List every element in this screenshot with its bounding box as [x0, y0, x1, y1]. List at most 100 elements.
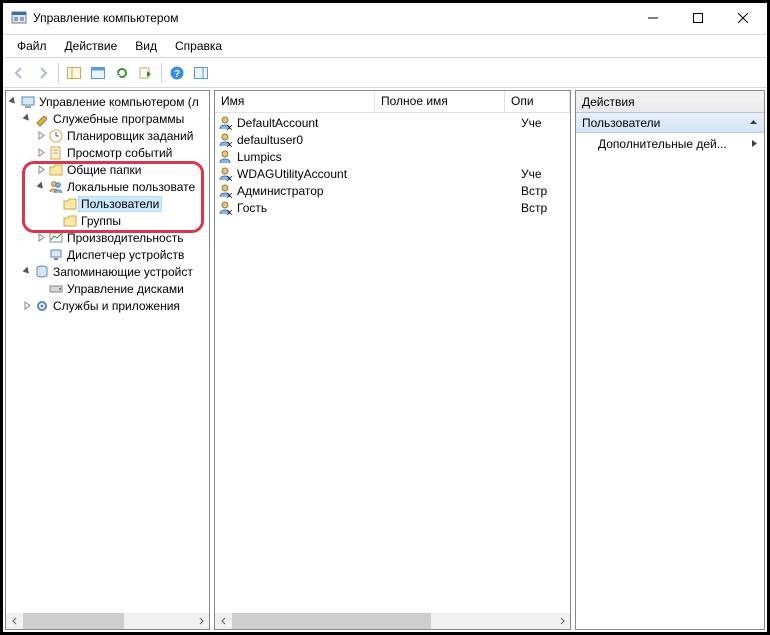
- list-item[interactable]: defaultuser0: [215, 131, 570, 148]
- cell-desc: Уче: [521, 116, 570, 130]
- device-icon: [48, 247, 64, 263]
- scroll-track[interactable]: [232, 613, 553, 629]
- tree-storage[interactable]: Запоминающие устройст: [6, 263, 209, 280]
- column-name[interactable]: Имя: [215, 91, 375, 113]
- menu-file[interactable]: Файл: [9, 37, 55, 55]
- tree-groups[interactable]: Группы: [6, 212, 209, 229]
- action-more[interactable]: Дополнительные дей...: [576, 133, 764, 155]
- tree-scheduler[interactable]: Планировщик заданий: [6, 127, 209, 144]
- expander-open-icon[interactable]: [6, 95, 20, 109]
- expander-open-icon[interactable]: [20, 112, 34, 126]
- expander-closed-icon[interactable]: [34, 146, 48, 160]
- collapse-icon[interactable]: [749, 116, 758, 130]
- toolbar-separator: [161, 63, 162, 83]
- menu-view[interactable]: Вид: [127, 37, 165, 55]
- show-hide-tree-button[interactable]: [62, 61, 86, 85]
- expander-open-icon[interactable]: [20, 265, 34, 279]
- submenu-icon: [751, 137, 758, 151]
- tree-disk-management[interactable]: Управление дисками: [6, 280, 209, 297]
- export-button[interactable]: [134, 61, 158, 85]
- actions-section-label: Пользователи: [582, 116, 660, 130]
- back-button[interactable]: [7, 61, 31, 85]
- tree-scrollbar[interactable]: [6, 612, 209, 629]
- services-icon: [34, 298, 50, 314]
- tree-shared-folders[interactable]: Общие папки: [6, 161, 209, 178]
- tree-label: Общие папки: [67, 163, 141, 177]
- shared-folder-icon: [48, 162, 64, 178]
- expander-closed-icon[interactable]: [34, 163, 48, 177]
- action-label: Дополнительные дей...: [598, 137, 727, 151]
- actions-header: Действия: [576, 91, 764, 113]
- scroll-left-icon[interactable]: [215, 613, 232, 629]
- expander-open-icon[interactable]: [34, 180, 48, 194]
- refresh-button[interactable]: [110, 61, 134, 85]
- tree: Управление компьютером (л Служебные прог…: [6, 91, 209, 612]
- separator: [3, 57, 767, 58]
- folder-icon: [62, 196, 78, 212]
- list-header: Имя Полное имя Опи: [215, 91, 570, 113]
- toolbar: ?: [3, 59, 767, 87]
- forward-button[interactable]: [31, 61, 55, 85]
- tree-label: Управление компьютером (л: [39, 95, 199, 109]
- tree-label: Локальные пользовате: [67, 180, 195, 194]
- scroll-thumb[interactable]: [232, 613, 431, 629]
- cell-name: DefaultAccount: [237, 116, 391, 130]
- user-disabled-icon: [217, 132, 233, 148]
- tools-icon: [34, 111, 50, 127]
- panes: Управление компьютером (л Служебные прог…: [3, 87, 767, 632]
- tree-root[interactable]: Управление компьютером (л: [6, 93, 209, 110]
- window-title: Управление компьютером: [33, 11, 630, 25]
- scroll-left-icon[interactable]: [6, 613, 23, 629]
- expander-closed-icon[interactable]: [20, 299, 34, 313]
- tree-label: Производительность: [67, 231, 183, 245]
- tree-users[interactable]: Пользователи: [6, 195, 209, 212]
- menu-action[interactable]: Действие: [57, 37, 126, 55]
- svg-text:?: ?: [174, 69, 180, 80]
- actions-section[interactable]: Пользователи: [576, 113, 764, 133]
- tree-label: Управление дисками: [67, 282, 184, 296]
- column-fullname[interactable]: Полное имя: [375, 91, 505, 113]
- clock-icon: [48, 128, 64, 144]
- menu-bar: Файл Действие Вид Справка: [3, 36, 767, 56]
- list-item[interactable]: WDAGUtilityAccount Уче: [215, 165, 570, 182]
- performance-icon: [48, 230, 64, 246]
- cell-desc: Встр: [521, 184, 570, 198]
- scroll-right-icon[interactable]: [553, 613, 570, 629]
- close-button[interactable]: [720, 3, 765, 33]
- maximize-button[interactable]: [675, 3, 720, 33]
- users-group-icon: [48, 179, 64, 195]
- scroll-right-icon[interactable]: [192, 613, 209, 629]
- list-item[interactable]: Гость Встр: [215, 199, 570, 216]
- column-description[interactable]: Опи: [505, 91, 570, 113]
- properties-button[interactable]: [86, 61, 110, 85]
- tree-label: Просмотр событий: [67, 146, 172, 160]
- tree-services-apps[interactable]: Службы и приложения: [6, 297, 209, 314]
- scroll-track[interactable]: [23, 613, 192, 629]
- eventlog-icon: [48, 145, 64, 161]
- tree-label: Служебные программы: [53, 112, 184, 126]
- tree-device-manager[interactable]: Диспетчер устройств: [6, 246, 209, 263]
- help-button[interactable]: ?: [165, 61, 189, 85]
- tree-local-users[interactable]: Локальные пользовате: [6, 178, 209, 195]
- cell-name: WDAGUtilityAccount: [237, 167, 391, 181]
- menu-help[interactable]: Справка: [167, 37, 230, 55]
- tree-label: Службы и приложения: [53, 299, 180, 313]
- expander-closed-icon[interactable]: [34, 129, 48, 143]
- disk-icon: [48, 281, 64, 297]
- list-item[interactable]: Lumpics: [215, 148, 570, 165]
- list-item[interactable]: DefaultAccount Уче: [215, 114, 570, 131]
- tree-eventviewer[interactable]: Просмотр событий: [6, 144, 209, 161]
- scroll-thumb[interactable]: [23, 613, 124, 629]
- folder-icon: [62, 213, 78, 229]
- list-item[interactable]: Администратор Встр: [215, 182, 570, 199]
- minimize-button[interactable]: [630, 3, 675, 33]
- tree-system-tools[interactable]: Служебные программы: [6, 110, 209, 127]
- tree-performance[interactable]: Производительность: [6, 229, 209, 246]
- action-pane-button[interactable]: [189, 61, 213, 85]
- expander-closed-icon[interactable]: [34, 231, 48, 245]
- cell-desc: Уче: [521, 167, 570, 181]
- window: Управление компьютером Файл Действие Вид…: [0, 0, 770, 635]
- cell-name: Lumpics: [237, 150, 391, 164]
- user-icon: [217, 149, 233, 165]
- list-scrollbar[interactable]: [215, 612, 570, 629]
